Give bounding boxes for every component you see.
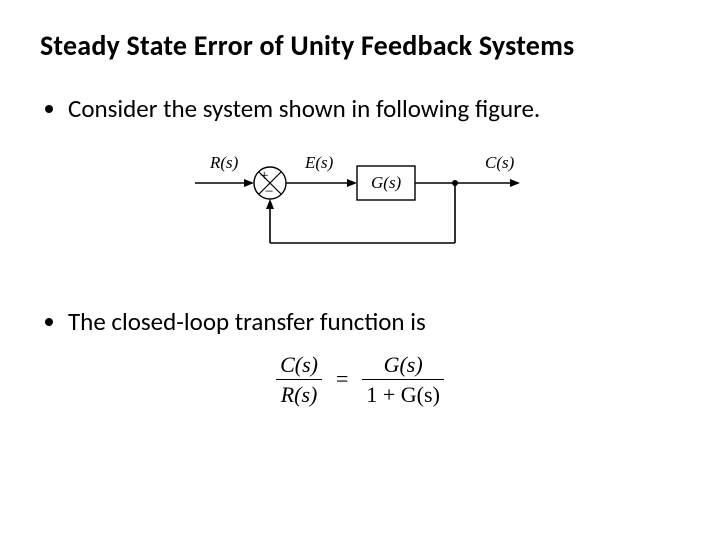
label-input: R(s) [209, 153, 239, 172]
body-list-2: The closed-loop transfer function is [40, 306, 680, 337]
rhs-bar [362, 379, 444, 380]
bullet-2: The closed-loop transfer function is [68, 306, 680, 337]
label-error: E(s) [304, 153, 334, 172]
equation-wrap: C(s) R(s) = G(s) 1 + G(s) [40, 352, 680, 408]
bullet-1: Consider the system shown in following f… [68, 93, 680, 124]
lhs-numerator: C(s) [276, 352, 322, 377]
rhs-numerator: G(s) [380, 352, 427, 377]
block-diagram-wrap: R(s) + − E(s) G(s) C(s) [40, 138, 680, 278]
lhs-denominator: R(s) [277, 382, 322, 407]
body-list: Consider the system shown in following f… [40, 93, 680, 124]
sum-minus-sign: − [265, 184, 273, 200]
label-block: G(s) [371, 173, 402, 192]
label-output: C(s) [485, 153, 515, 172]
lhs-bar [276, 379, 322, 380]
block-diagram: R(s) + − E(s) G(s) C(s) [180, 138, 540, 278]
rhs-denominator: 1 + G(s) [362, 382, 444, 407]
closed-loop-equation: C(s) R(s) = G(s) 1 + G(s) [276, 352, 444, 408]
equation-equals: = [336, 366, 348, 392]
equation-lhs: C(s) R(s) [276, 352, 322, 408]
slide-title: Steady State Error of Unity Feedback Sys… [40, 28, 680, 63]
slide: Steady State Error of Unity Feedback Sys… [0, 0, 720, 427]
sum-plus-sign: + [260, 168, 268, 184]
equation-rhs: G(s) 1 + G(s) [362, 352, 444, 408]
